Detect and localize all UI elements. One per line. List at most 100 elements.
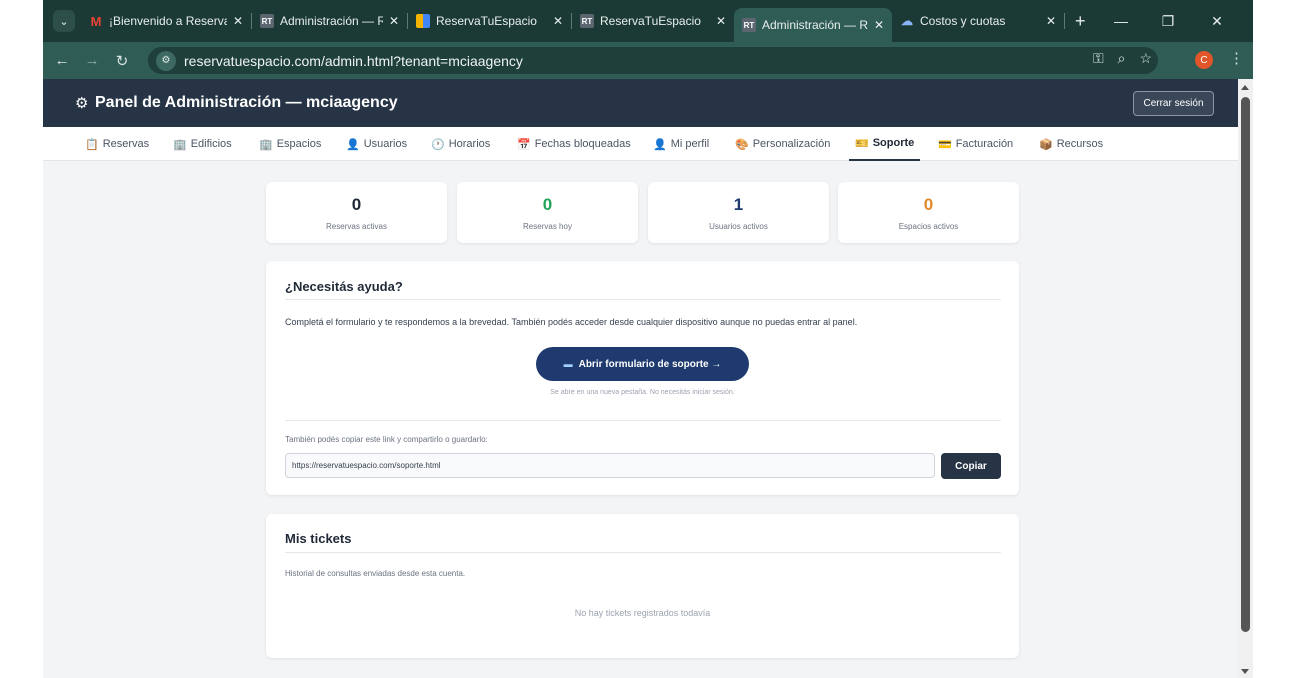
tab-label: Mi perfil bbox=[670, 138, 710, 150]
tab-label: Recursos bbox=[1056, 138, 1104, 150]
tickets-title: Mis tickets bbox=[285, 531, 352, 546]
close-icon[interactable]: ✕ bbox=[716, 14, 726, 28]
tab-title: ReservaTuEspacio bbox=[600, 14, 701, 28]
tab-label: Edificios bbox=[190, 138, 232, 150]
back-arrow-icon[interactable]: ← bbox=[47, 52, 77, 69]
credit-card-icon: 💳 bbox=[938, 138, 952, 151]
tab-label: Fechas bloqueadas bbox=[534, 138, 631, 150]
support-button-note: Se abre en una nueva pestaña. No necesit… bbox=[550, 389, 735, 396]
clock-icon: 🕐 bbox=[431, 138, 445, 151]
divider bbox=[285, 552, 1001, 553]
site-info-icon[interactable]: ⚙ bbox=[156, 50, 176, 71]
tab-reservas[interactable]: 📋 Reservas bbox=[85, 127, 149, 161]
close-icon[interactable]: ✕ bbox=[874, 18, 884, 32]
tab-personalizacion[interactable]: 🎨 Personalización bbox=[735, 127, 830, 161]
browser-tab[interactable]: M ¡Bienvenido a Reserva ✕ bbox=[81, 5, 251, 37]
user-icon: 👤 bbox=[346, 138, 360, 151]
omnibox-actions: ⚿ ⌕ ☆ bbox=[1093, 50, 1152, 67]
scroll-down-icon[interactable] bbox=[1241, 669, 1249, 674]
help-panel: ¿Necesitás ayuda? Completá el formulario… bbox=[266, 261, 1019, 495]
address-bar: ← → ↻ ⚙ reservatuespacio.com/admin.html?… bbox=[43, 42, 1253, 79]
tab-bar: ⌄ M ¡Bienvenido a Reserva ✕ RT Administr… bbox=[43, 0, 1253, 42]
app-header: ⚙ Panel de Administración — mciaagency C… bbox=[43, 79, 1238, 127]
tab-title: Administración — Re bbox=[280, 14, 383, 28]
rt-icon: RT bbox=[260, 14, 274, 28]
palette-icon: 🎨 bbox=[735, 138, 749, 151]
stat-label: Reservas hoy bbox=[523, 222, 572, 231]
logout-button[interactable]: Cerrar sesión bbox=[1133, 91, 1214, 116]
open-support-form-button[interactable]: ▬ Abrir formulario de soporte → bbox=[536, 347, 749, 381]
forward-arrow-icon[interactable]: → bbox=[77, 52, 107, 69]
ticket-icon: ▬ bbox=[563, 359, 573, 369]
browser-tab-active[interactable]: RT Administración — Re ✕ bbox=[734, 8, 892, 42]
new-tab-plus-icon[interactable]: + bbox=[1075, 11, 1086, 32]
scrollbar-thumb[interactable] bbox=[1241, 97, 1250, 632]
browser-menu-icon[interactable]: ⋮ bbox=[1229, 49, 1244, 67]
tab-facturacion[interactable]: 💳 Facturación bbox=[938, 127, 1013, 161]
building-icon: 🏢 bbox=[259, 138, 273, 151]
tickets-empty-state: No hay tickets registrados todavía bbox=[574, 608, 711, 618]
admin-nav: 📋 Reservas 🏢 Edificios 🏢 Espacios 👤 Usuarios… bbox=[43, 127, 1238, 161]
browser-tab[interactable]: RT ReservaTuEspacio ✕ bbox=[572, 5, 734, 37]
restore-icon[interactable]: ❐ bbox=[1148, 0, 1188, 42]
profile-avatar[interactable]: C bbox=[1195, 51, 1213, 69]
gear-icon: ⚙ bbox=[75, 95, 89, 112]
stat-card: 0 Reservas hoy bbox=[457, 182, 638, 243]
tab-fechas-bloqueadas[interactable]: 📅 Fechas bloqueadas bbox=[517, 127, 631, 161]
main-content: 0 Reservas activas 0 Reservas hoy 1 Usua… bbox=[43, 161, 1238, 678]
close-icon[interactable]: ✕ bbox=[389, 14, 399, 28]
gmail-icon: M bbox=[90, 13, 102, 29]
scroll-up-icon[interactable] bbox=[1241, 85, 1249, 90]
close-icon[interactable]: ✕ bbox=[233, 14, 243, 28]
help-title: ¿Necesitás ayuda? bbox=[285, 279, 403, 294]
tab-label: Facturación bbox=[955, 138, 1014, 150]
url-text[interactable]: reservatuespacio.com/admin.html?tenant=m… bbox=[184, 53, 523, 69]
password-key-icon[interactable]: ⚿ bbox=[1093, 50, 1104, 67]
copy-link-label: También podés copiar este link y compart… bbox=[285, 435, 488, 444]
stat-value: 1 bbox=[733, 195, 744, 214]
page-scrollbar[interactable] bbox=[1238, 79, 1253, 678]
stat-card: 0 Espacios activos bbox=[838, 182, 1019, 243]
stat-value: 0 bbox=[351, 195, 362, 214]
page-title: Panel de Administración — mciaagency bbox=[95, 94, 398, 111]
close-icon[interactable]: ✕ bbox=[553, 14, 563, 28]
divider bbox=[285, 299, 1001, 300]
browser-tab[interactable]: RT Administración — Re ✕ bbox=[252, 5, 407, 37]
support-link-field[interactable] bbox=[285, 453, 935, 478]
tab-recursos[interactable]: 📦 Recursos bbox=[1039, 127, 1103, 161]
browser-window: ⌄ M ¡Bienvenido a Reserva ✕ RT Administr… bbox=[43, 0, 1253, 678]
copy-button[interactable]: Copiar bbox=[941, 453, 1001, 479]
tab-separator bbox=[1064, 13, 1065, 29]
tab-label: Reservas bbox=[102, 138, 150, 150]
stat-card: 1 Usuarios activos bbox=[648, 182, 829, 243]
minimize-icon[interactable]: — bbox=[1101, 0, 1141, 42]
tab-title: ReservaTuEspacio bbox=[436, 14, 537, 28]
reload-icon[interactable]: ↻ bbox=[107, 52, 137, 70]
grid-icon bbox=[416, 14, 430, 28]
support-button-label: Abrir formulario de soporte → bbox=[578, 358, 722, 370]
stat-value: 0 bbox=[923, 195, 934, 214]
tab-title: Administración — Re bbox=[762, 18, 868, 32]
bookmark-star-icon[interactable]: ☆ bbox=[1139, 50, 1152, 67]
tab-edificios[interactable]: 🏢 Edificios bbox=[173, 127, 232, 161]
tab-title: Costos y cuotas bbox=[920, 14, 1006, 28]
browser-tab[interactable]: ☁ Costos y cuotas ✕ bbox=[892, 5, 1064, 37]
tickets-subtitle: Historial de consultas enviadas desde es… bbox=[285, 569, 466, 578]
tab-usuarios[interactable]: 👤 Usuarios bbox=[346, 127, 407, 161]
url-omnibox[interactable]: ⚙ reservatuespacio.com/admin.html?tenant… bbox=[148, 47, 1158, 74]
tab-soporte[interactable]: 🎫 Soporte bbox=[849, 127, 921, 161]
zoom-icon[interactable]: ⌕ bbox=[1118, 50, 1126, 67]
tab-espacios[interactable]: 🏢 Espacios bbox=[259, 127, 321, 161]
close-icon[interactable]: ✕ bbox=[1046, 14, 1056, 28]
box-icon: 📦 bbox=[1039, 138, 1053, 151]
tab-title: ¡Bienvenido a Reserva bbox=[109, 14, 227, 28]
divider bbox=[285, 420, 1001, 421]
rt-icon: RT bbox=[580, 14, 594, 28]
tab-mi-perfil[interactable]: 👤 Mi perfil bbox=[653, 127, 709, 161]
tab-search-chevron-icon[interactable]: ⌄ bbox=[53, 10, 75, 32]
window-close-icon[interactable]: ✕ bbox=[1197, 0, 1237, 42]
tab-horarios[interactable]: 🕐 Horarios bbox=[431, 127, 490, 161]
browser-tab[interactable]: ReservaTuEspacio ✕ bbox=[408, 5, 571, 37]
rt-icon: RT bbox=[742, 18, 756, 32]
ticket-icon: 🎫 bbox=[855, 137, 869, 150]
